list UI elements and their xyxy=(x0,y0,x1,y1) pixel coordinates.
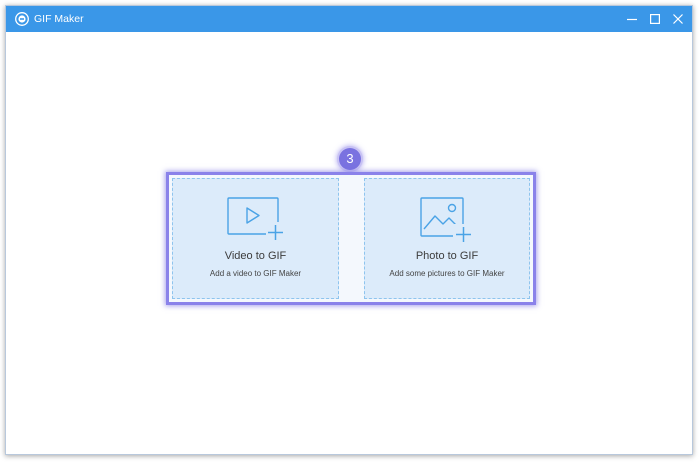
gif-maker-logo-icon xyxy=(15,12,29,26)
window-title: GIF Maker xyxy=(34,13,84,25)
photo-to-gif-card[interactable]: Photo to GIF Add some pictures to GIF Ma… xyxy=(364,178,530,299)
photo-to-gif-title: Photo to GIF xyxy=(415,250,479,262)
main-content: 3 Video to GIF Add a video to GIF Maker xyxy=(6,32,692,454)
step-badge: 3 xyxy=(339,148,361,170)
video-to-gif-title: Video to GIF xyxy=(224,250,287,262)
source-options-panel: Video to GIF Add a video to GIF Maker Ph… xyxy=(166,172,536,305)
maximize-icon xyxy=(650,14,660,24)
photo-to-gif-subtitle: Add some pictures to GIF Maker xyxy=(389,269,505,278)
video-to-gif-subtitle: Add a video to GIF Maker xyxy=(209,269,302,278)
video-to-gif-card[interactable]: Video to GIF Add a video to GIF Maker xyxy=(172,178,339,299)
minimize-icon xyxy=(627,18,637,21)
photo-add-icon xyxy=(420,197,474,243)
title-bar[interactable]: GIF Maker xyxy=(6,6,692,32)
close-icon xyxy=(673,14,683,24)
close-button[interactable] xyxy=(664,6,692,32)
video-add-icon xyxy=(226,197,285,241)
app-window: GIF Maker 3 Video to GIF Add a video to … xyxy=(5,5,693,455)
